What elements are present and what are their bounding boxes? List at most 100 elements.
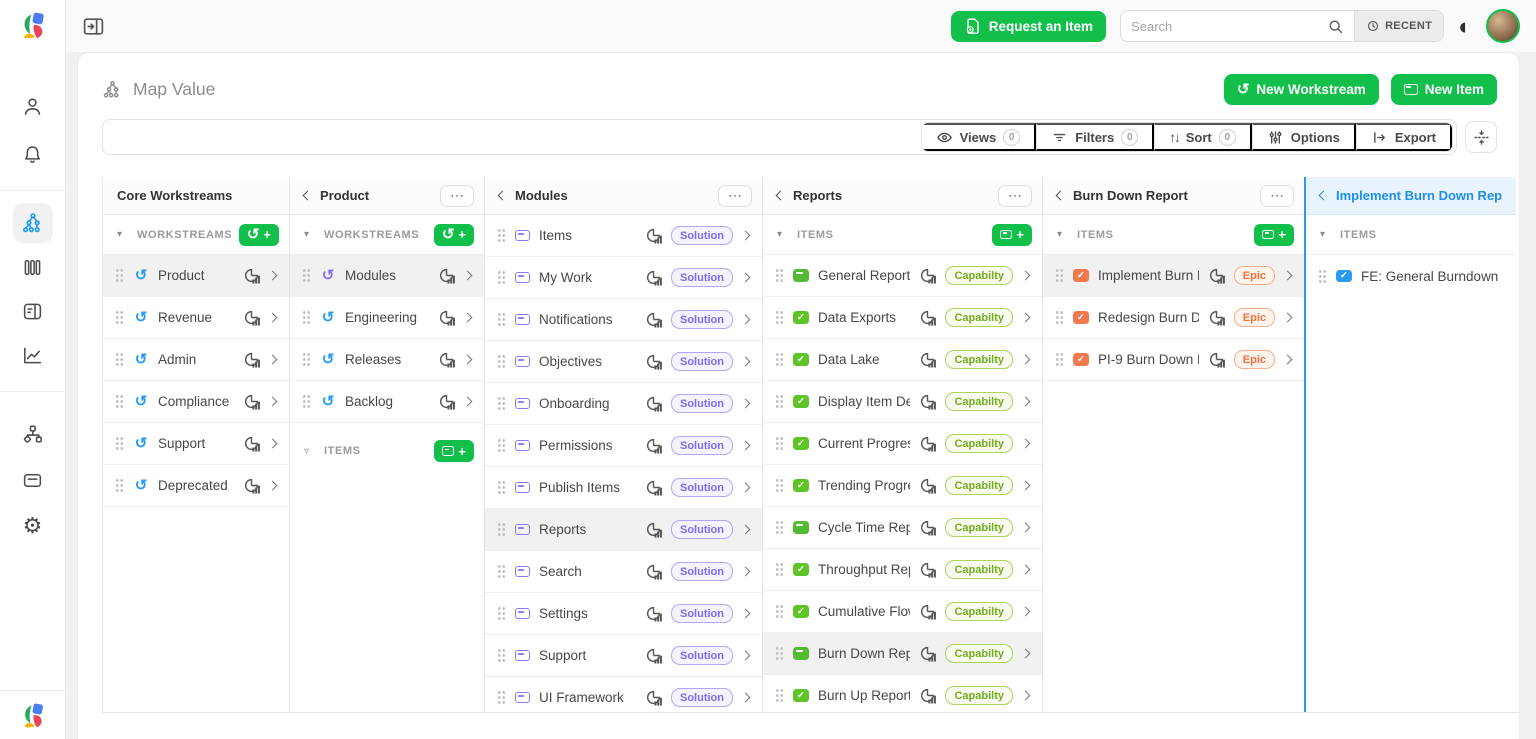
add-item-button[interactable] <box>1254 224 1294 246</box>
progress-pie-icon[interactable] <box>438 309 455 326</box>
column-menu-button[interactable] <box>718 185 752 207</box>
item-feed-icon[interactable] <box>13 460 53 500</box>
progress-pie-icon[interactable] <box>438 351 455 368</box>
chevron-right-icon[interactable] <box>1283 313 1293 323</box>
search-input[interactable] <box>1131 19 1321 34</box>
app-logo[interactable] <box>20 12 46 40</box>
drag-handle-icon[interactable] <box>115 436 124 451</box>
progress-pie-icon[interactable] <box>919 393 936 410</box>
filter-bar[interactable]: Views 0 Filters 0 ↑↓ Sort 0 Options <box>102 119 1457 155</box>
progress-pie-icon[interactable] <box>243 309 260 326</box>
chevron-right-icon[interactable] <box>463 313 473 323</box>
progress-pie-icon[interactable] <box>645 437 662 454</box>
drag-handle-icon[interactable] <box>115 478 124 493</box>
progress-pie-icon[interactable] <box>645 647 662 664</box>
add-workstream-button[interactable] <box>434 224 474 246</box>
progress-pie-icon[interactable] <box>919 519 936 536</box>
drag-handle-icon[interactable] <box>302 394 311 409</box>
drag-handle-icon[interactable] <box>775 688 784 703</box>
views-button[interactable]: Views 0 <box>922 123 1037 151</box>
progress-pie-icon[interactable] <box>645 311 662 328</box>
notifications-bell-icon[interactable] <box>13 134 53 174</box>
progress-pie-icon[interactable] <box>645 689 662 706</box>
collapse-rows-button[interactable] <box>1465 121 1497 153</box>
drag-handle-icon[interactable] <box>775 352 784 367</box>
chevron-right-icon[interactable] <box>463 355 473 365</box>
drag-handle-icon[interactable] <box>775 562 784 577</box>
theme-contrast-icon[interactable]: ◐ <box>1458 15 1472 38</box>
progress-pie-icon[interactable] <box>243 351 260 368</box>
chevron-right-icon[interactable] <box>1021 271 1031 281</box>
drag-handle-icon[interactable] <box>775 394 784 409</box>
drag-handle-icon[interactable] <box>497 606 506 621</box>
value-map-icon[interactable] <box>13 203 53 243</box>
caret-down-icon[interactable]: ▾ <box>117 229 129 240</box>
insights-chart-icon[interactable] <box>13 335 53 375</box>
add-workstream-button[interactable] <box>239 224 279 246</box>
profile-icon[interactable] <box>13 86 53 126</box>
item-row[interactable]: PermissionsSolution <box>485 425 762 467</box>
chevron-right-icon[interactable] <box>268 313 278 323</box>
drag-handle-icon[interactable] <box>497 312 506 327</box>
chevron-right-icon[interactable] <box>1021 691 1031 701</box>
caret-down-icon[interactable]: ▾ <box>1057 229 1069 240</box>
workstream-row[interactable]: Modules <box>290 255 484 297</box>
workstream-row[interactable]: Engineering <box>290 297 484 339</box>
chevron-right-icon[interactable] <box>1021 397 1031 407</box>
workstream-row[interactable]: Revenue <box>103 297 289 339</box>
user-avatar[interactable] <box>1486 9 1520 43</box>
chevron-right-icon[interactable] <box>741 273 751 283</box>
export-button[interactable]: Export <box>1356 123 1452 151</box>
item-row[interactable]: Cycle Time Rep...Capabilty <box>763 507 1042 549</box>
settings-gear-icon[interactable]: ⚙ <box>13 506 53 546</box>
item-row[interactable]: SettingsSolution <box>485 593 762 635</box>
item-row[interactable]: PI-9 Burn Down R...Epic <box>1043 339 1304 381</box>
column-view-icon[interactable] <box>13 247 53 287</box>
chevron-right-icon[interactable] <box>1283 355 1293 365</box>
drag-handle-icon[interactable] <box>775 520 784 535</box>
chevron-left-icon[interactable] <box>498 191 508 201</box>
progress-pie-icon[interactable] <box>243 393 260 410</box>
chevron-right-icon[interactable] <box>1021 607 1031 617</box>
chevron-right-icon[interactable] <box>741 483 751 493</box>
progress-pie-icon[interactable] <box>919 351 936 368</box>
chevron-right-icon[interactable] <box>1021 439 1031 449</box>
progress-pie-icon[interactable] <box>919 687 936 704</box>
chevron-left-icon[interactable] <box>776 191 786 201</box>
drag-handle-icon[interactable] <box>497 354 506 369</box>
add-item-button[interactable] <box>992 224 1032 246</box>
progress-pie-icon[interactable] <box>645 605 662 622</box>
progress-pie-icon[interactable] <box>645 353 662 370</box>
progress-pie-icon[interactable] <box>919 645 936 662</box>
new-workstream-button[interactable]: New Workstream <box>1224 74 1379 105</box>
drag-handle-icon[interactable] <box>775 436 784 451</box>
chevron-right-icon[interactable] <box>741 399 751 409</box>
drag-handle-icon[interactable] <box>497 396 506 411</box>
chevron-right-icon[interactable] <box>268 439 278 449</box>
item-row[interactable]: NotificationsSolution <box>485 299 762 341</box>
item-row[interactable]: ReportsSolution <box>485 509 762 551</box>
drag-handle-icon[interactable] <box>1318 269 1327 284</box>
progress-pie-icon[interactable] <box>243 477 260 494</box>
chevron-left-icon[interactable] <box>1319 191 1329 201</box>
chevron-right-icon[interactable] <box>741 609 751 619</box>
chevron-left-icon[interactable] <box>303 191 313 201</box>
chevron-right-icon[interactable] <box>741 231 751 241</box>
progress-pie-icon[interactable] <box>919 435 936 452</box>
item-row[interactable]: Redesign Burn Do...Epic <box>1043 297 1304 339</box>
item-row[interactable]: Data LakeCapabilty <box>763 339 1042 381</box>
drag-handle-icon[interactable] <box>1055 352 1064 367</box>
drag-handle-icon[interactable] <box>1055 310 1064 325</box>
item-row[interactable]: Display Item Det...Capabilty <box>763 381 1042 423</box>
item-row[interactable]: Current Progres...Capabilty <box>763 423 1042 465</box>
progress-pie-icon[interactable] <box>919 477 936 494</box>
progress-pie-icon[interactable] <box>919 309 936 326</box>
drag-handle-icon[interactable] <box>775 268 784 283</box>
item-row[interactable]: SearchSolution <box>485 551 762 593</box>
progress-pie-icon[interactable] <box>645 395 662 412</box>
item-row[interactable]: ObjectivesSolution <box>485 341 762 383</box>
chevron-right-icon[interactable] <box>741 315 751 325</box>
drag-handle-icon[interactable] <box>1055 268 1064 283</box>
workstream-row[interactable]: Releases <box>290 339 484 381</box>
drag-handle-icon[interactable] <box>497 522 506 537</box>
